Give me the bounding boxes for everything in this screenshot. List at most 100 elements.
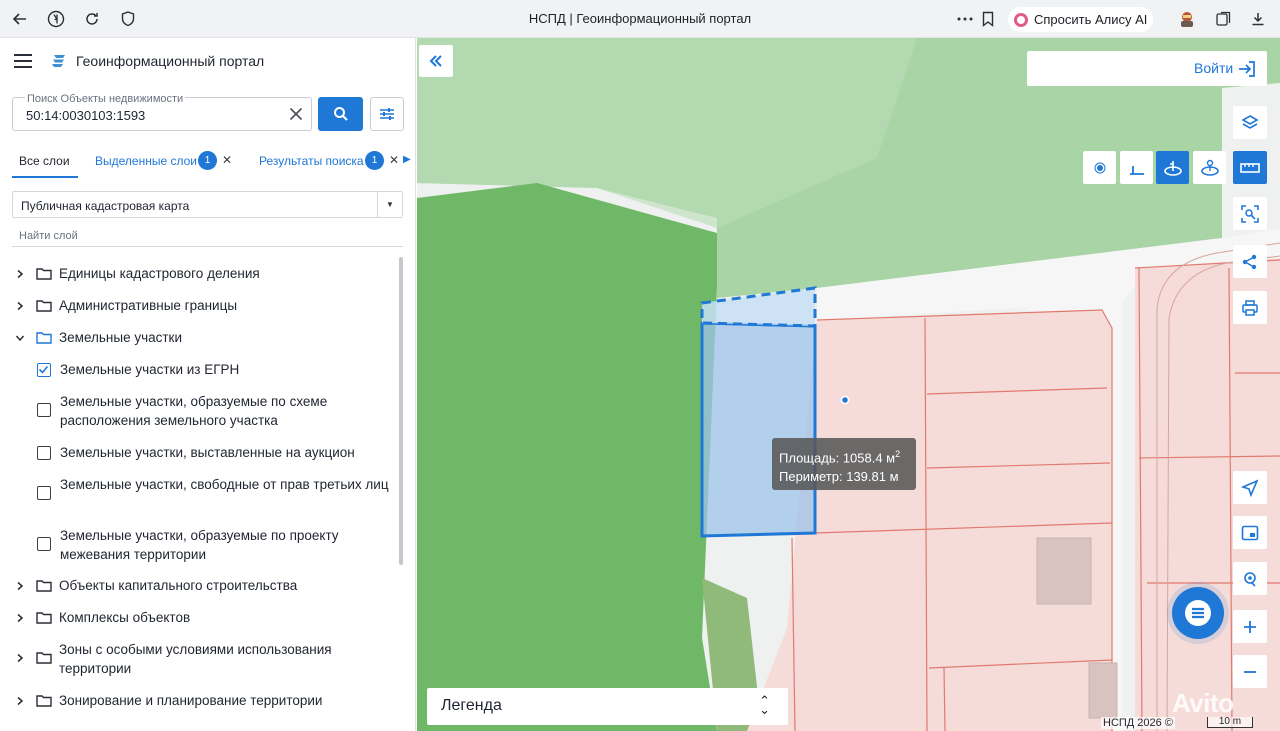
menu-icon[interactable] [14,54,32,68]
selected-parcel-area [700,321,817,538]
chevron-right-icon[interactable] [15,581,25,591]
folder-open-icon [36,332,52,344]
chevron-down-icon[interactable] [15,333,25,343]
filter-button[interactable] [370,97,404,131]
active-tab-indicator [12,176,78,178]
measure-tooltip: Площадь: 1058.4 м2 Периметр: 139.81 м [772,438,916,490]
checkbox[interactable] [37,537,51,551]
chevron-updown-icon[interactable]: ⌃ ⌄ [759,694,770,716]
profile-avatar-icon[interactable] [1175,7,1199,31]
tabs-scroll-right-icon[interactable]: ▶ [403,154,411,165]
geolocation-button[interactable] [1233,562,1267,595]
measure-point-tool[interactable] [1083,151,1116,184]
radius-measure-icon [1200,159,1219,176]
search-label: Поиск Объекты недвижимости [25,93,186,105]
navigation-arrow-icon [1241,478,1259,497]
avito-watermark: Avito [1172,688,1234,718]
tree-item-label: Зоны с особыми условиями использования т… [59,642,332,676]
forest-area [417,183,717,731]
building [1088,662,1118,719]
folder-icon [36,300,52,312]
base-map-select[interactable]: Публичная кадастровая карта ▼ [12,191,403,218]
collapse-sidebar-button[interactable] [419,45,453,77]
login-button[interactable]: Войти [1027,51,1267,86]
clear-icon[interactable] [287,105,305,123]
scale-bar: 10 m [1207,717,1253,728]
layer-label: Земельные участки, свободные от прав тре… [60,477,389,492]
app-title: Геоинформационный портал [76,53,265,69]
copyright-label: НСПД 2026 © [1101,717,1175,729]
sidebar-scrollbar[interactable] [399,257,403,565]
zoom-out-button[interactable] [1233,655,1267,688]
collections-icon[interactable] [1212,7,1236,31]
measure-button[interactable] [1233,151,1267,184]
more-icon[interactable] [953,7,977,31]
portal-logo-icon [50,52,68,70]
alice-icon [1014,12,1028,27]
search-field[interactable]: Поиск Объекты недвижимости 50:14:0030103… [12,93,312,131]
folder-icon [36,580,52,592]
layers-sidebar: Геоинформационный портал Поиск Объекты н… [0,38,416,731]
tab-search-results[interactable]: Результаты поиска [259,154,364,168]
minimap-button[interactable] [1233,516,1267,549]
chat-button[interactable] [1172,587,1224,639]
legend-label: Легенда [441,697,502,714]
ruler-line-icon [1129,165,1144,175]
tree-item-label: Комплексы объектов [59,610,191,625]
my-location-button[interactable] [1233,471,1267,504]
browser-toolbar: НСПД | Геоинформационный портал Спросить… [0,0,1280,38]
minimap-icon [1241,525,1259,540]
measure-radius-tool[interactable] [1193,151,1226,184]
share-icon [1242,254,1257,269]
select-area-icon [1241,204,1259,223]
checkbox[interactable] [37,446,51,460]
layers-icon [1241,114,1259,129]
layer-label: Земельные участки из ЕГРН [60,362,240,377]
search-button[interactable] [318,97,363,131]
location-target-icon [1244,571,1256,587]
chevron-right-icon[interactable] [15,696,25,706]
checkbox[interactable] [37,486,51,500]
tree-item-label: Единицы кадастрового деления [59,266,260,281]
layers-button[interactable] [1233,106,1267,139]
chevron-right-icon[interactable] [15,613,25,623]
checkbox[interactable] [37,403,51,417]
find-layer-input[interactable]: Найти слой [19,230,78,242]
chevron-right-icon[interactable] [15,653,25,663]
login-label: Войти [1194,60,1234,76]
alice-button[interactable]: Спросить Алису AI [1008,7,1153,32]
tree-item-label: Зонирование и планирование территории [59,693,323,708]
chevron-right-icon[interactable] [15,301,25,311]
download-icon[interactable] [1246,7,1270,31]
measure-area-tool[interactable] [1156,151,1189,184]
tree-item-label: Административные границы [59,298,238,313]
tab-all-layers[interactable]: Все слои [19,154,70,168]
area-readout: Площадь: 1058.4 м2 [779,449,901,466]
plus-icon [1244,620,1256,633]
folder-icon [36,652,52,664]
results-count-badge: 1 [365,151,384,170]
map-view[interactable]: Войти Площадь: 1058.4 м2 Периметр: 139.8… [417,38,1280,731]
layer-label: Земельные участки, образуемые по проекту… [60,528,339,562]
close-results-tab-icon[interactable]: ✕ [389,153,399,167]
chevron-right-icon[interactable] [15,269,25,279]
legend-panel[interactable]: Легенда ⌃ ⌄ [427,688,788,725]
point-icon [1094,162,1105,173]
checkbox-checked[interactable] [37,363,51,377]
share-button[interactable] [1233,245,1267,278]
print-button[interactable] [1233,291,1267,324]
bookmark-icon[interactable] [976,7,1000,31]
map-canvas[interactable] [417,38,1280,731]
folder-icon [36,268,52,280]
alice-label: Спросить Алису AI [1034,12,1148,27]
measure-line-tool[interactable] [1120,151,1153,184]
area-measure-icon [1163,160,1182,176]
search-input[interactable]: 50:14:0030103:1593 [26,108,145,123]
area-select-button[interactable] [1233,197,1267,230]
tree-item-label: Объекты капитального строительства [59,578,298,593]
tab-selected-layers[interactable]: Выделенные слои [95,154,197,168]
zoom-in-button[interactable] [1233,610,1267,643]
minus-icon [1244,670,1256,673]
search-icon [333,107,348,121]
close-selected-tab-icon[interactable]: ✕ [222,153,232,167]
